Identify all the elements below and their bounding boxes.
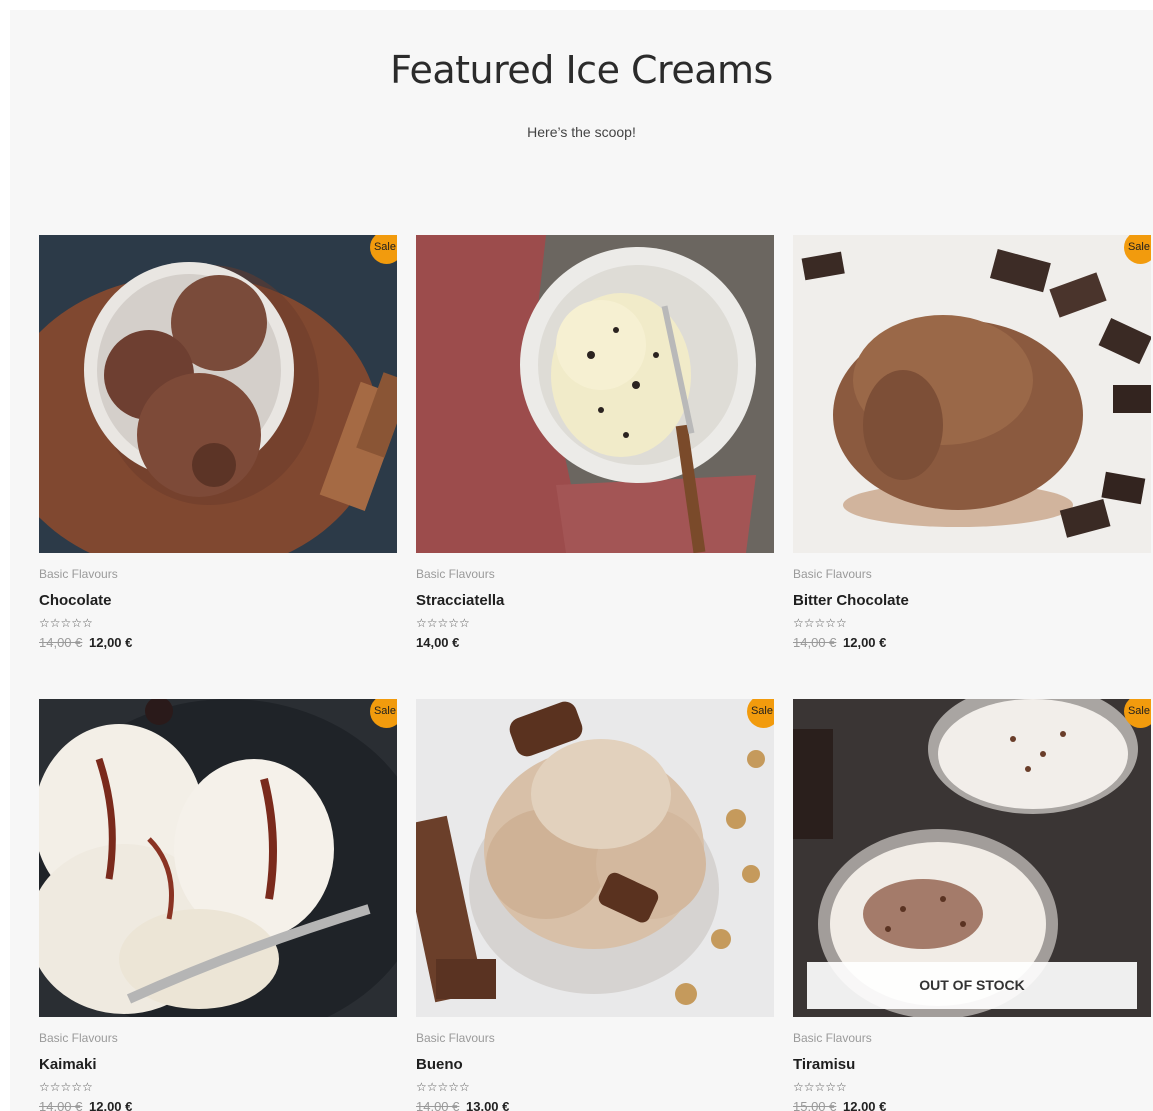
current-price: 13,00 € [466,1099,510,1111]
product-price: 15,00 € 12,00 € [793,1099,1151,1111]
product-category-link[interactable]: Basic Flavours [793,1031,1151,1045]
bueno-glass-photo [416,699,774,1017]
bitter-chocolate-scoop-photo [793,235,1151,553]
product-image-link[interactable]: Sale! [39,699,397,1017]
out-of-stock-label: OUT OF STOCK [807,962,1137,1009]
kaimaki-scoops-photo [39,699,397,1017]
product-image-link[interactable]: Sale! [39,235,397,553]
star-rating-icon: ☆☆☆☆☆ [793,616,847,630]
section-subtitle: Here’s the scoop! [527,124,636,140]
product-image-link[interactable] [416,235,774,553]
product-card-bueno: Sale! Basic Flavours Bueno ☆☆☆☆☆ 14,00 €… [416,699,774,1111]
product-price: 14,00 € 12,00 € [39,635,397,650]
product-name-link[interactable]: Chocolate [39,592,397,609]
chocolate-scoops-photo [39,235,397,553]
current-price: 12,00 € [89,635,133,650]
product-name-link[interactable]: Bueno [416,1056,774,1073]
section-title: Featured Ice Creams [390,48,773,92]
product-price: 14,00 € 12,00 € [793,635,1151,650]
product-name-link[interactable]: Stracciatella [416,592,774,609]
product-card-stracciatella: Basic Flavours Stracciatella ☆☆☆☆☆ 14,00… [416,235,774,699]
product-image-link[interactable]: Sale! OUT OF STOCK [793,699,1151,1017]
old-price: 14,00 € [793,635,837,650]
star-rating-icon: ☆☆☆☆☆ [39,1080,93,1094]
product-card-chocolate: Sale! Basic Flavours Chocolate ☆☆☆☆☆ 14,… [39,235,397,699]
product-name-link[interactable]: Bitter Chocolate [793,592,1151,609]
product-card-kaimaki: Sale! Basic Flavours Kaimaki ☆☆☆☆☆ 14,00… [39,699,397,1111]
product-card-tiramisu: Sale! OUT OF STOCK Basic Flavours Tirami… [793,699,1151,1111]
product-category-link[interactable]: Basic Flavours [39,567,397,581]
product-price: 14,00 € 13,00 € [416,1099,774,1111]
product-name-link[interactable]: Kaimaki [39,1056,397,1073]
featured-section: Featured Ice Creams Here’s the scoop! Sa… [10,10,1153,1111]
old-price: 14,00 € [416,1099,460,1111]
product-image-link[interactable]: Sale! [793,235,1151,553]
current-price: 14,00 € [416,635,460,650]
product-name-link[interactable]: Tiramisu [793,1056,1151,1073]
star-rating-icon: ☆☆☆☆☆ [793,1080,847,1094]
current-price: 12,00 € [843,1099,887,1111]
product-price: 14,00 € 12,00 € [39,1099,397,1111]
product-card-bitter-chocolate: Sale! Basic Flavours Bitter Chocolate ☆☆… [793,235,1151,699]
product-image-link[interactable]: Sale! [416,699,774,1017]
star-rating-icon: ☆☆☆☆☆ [416,1080,470,1094]
product-grid: Sale! Basic Flavours Chocolate ☆☆☆☆☆ 14,… [39,235,1153,1111]
star-rating-icon: ☆☆☆☆☆ [416,616,470,630]
stracciatella-bowl-photo [416,235,774,553]
product-category-link[interactable]: Basic Flavours [416,1031,774,1045]
old-price: 15,00 € [793,1099,837,1111]
current-price: 12,00 € [89,1099,133,1111]
product-category-link[interactable]: Basic Flavours [416,567,774,581]
current-price: 12,00 € [843,635,887,650]
product-category-link[interactable]: Basic Flavours [793,567,1151,581]
old-price: 14,00 € [39,1099,83,1111]
product-category-link[interactable]: Basic Flavours [39,1031,397,1045]
old-price: 14,00 € [39,635,83,650]
star-rating-icon: ☆☆☆☆☆ [39,616,93,630]
product-price: 14,00 € [416,635,774,650]
